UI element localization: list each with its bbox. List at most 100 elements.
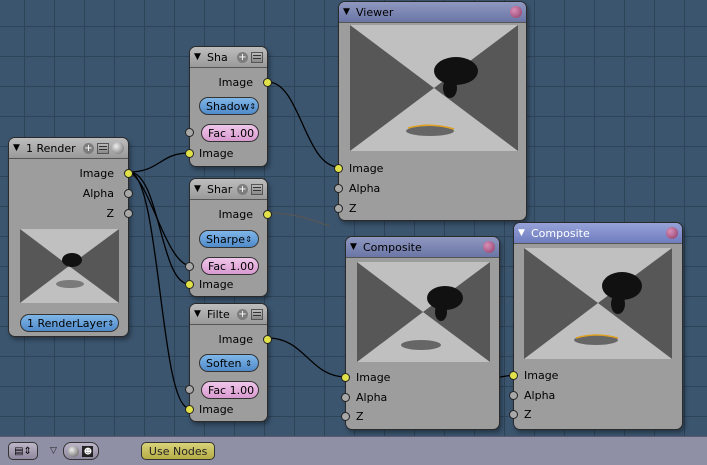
editor-type-button[interactable]: ▤⇕ [8, 442, 38, 460]
collapse-menu-icon[interactable]: ▽ [50, 446, 57, 456]
input-label-z: Z [524, 408, 532, 421]
fac-slider[interactable]: Fac 1.00 [201, 124, 259, 142]
sharpen-filter-node[interactable]: ▼ Shar + Image Sharpe ⇕ Fac 1.00 Image [185, 178, 272, 297]
collapse-triangle-icon[interactable]: ▼ [343, 7, 353, 17]
collapse-triangle-icon[interactable]: ▼ [194, 52, 204, 62]
updown-arrow-icon: ⇕ [107, 318, 115, 328]
input-label-image: Image [199, 278, 234, 291]
node-header[interactable]: ▼ Shar + [190, 179, 267, 200]
preview-ball-icon[interactable] [112, 142, 124, 154]
soften-filter-node[interactable]: ▼ Filte + Image Soften ⇕ Fac 1.00 Image [185, 303, 272, 422]
node-title: Sha [207, 50, 228, 64]
shadow-mix-node[interactable]: ▼ Sha + Image Shadow ⇕ Fac 1.00 Image [185, 46, 272, 167]
output-label-image: Image [218, 76, 253, 89]
input-socket-image[interactable] [185, 149, 194, 158]
input-label-image: Image [349, 162, 384, 175]
render-layers-node[interactable]: ▼ 1 Render + Image Alpha Z 1 RenderLayer… [8, 137, 133, 337]
tree-type-toggle[interactable]: ☻ [62, 442, 99, 460]
input-label-z: Z [349, 202, 357, 215]
composite-node-1[interactable]: ▼ Composite Image Alpha Z [341, 236, 500, 430]
node-title: 1 Render [26, 141, 76, 155]
node-title: Composite [363, 240, 422, 254]
fac-slider[interactable]: Fac 1.00 [201, 381, 259, 399]
input-socket-image[interactable] [334, 164, 343, 173]
list-icon[interactable] [251, 308, 263, 320]
use-nodes-button[interactable]: Use Nodes [140, 442, 216, 460]
node-header[interactable]: ▼ Viewer [339, 2, 526, 23]
filter-type-value: Sharpe [206, 232, 245, 246]
node-header[interactable]: ▼ Filte + [190, 304, 267, 325]
preview-ball-icon[interactable] [666, 227, 678, 239]
input-socket-z[interactable] [341, 412, 350, 421]
node-header[interactable]: ▼ Sha + [190, 47, 267, 68]
blend-mode-select[interactable]: Shadow ⇕ [199, 97, 259, 115]
node-title: Filte [207, 307, 230, 321]
viewer-node[interactable]: ▼ Viewer Image Alpha Z [334, 1, 527, 221]
node-header[interactable]: ▼ Composite [346, 237, 499, 258]
add-icon[interactable]: + [83, 142, 94, 154]
preview-ball-icon[interactable] [510, 6, 522, 18]
filter-type-select[interactable]: Sharpe ⇕ [199, 230, 259, 248]
input-socket-alpha[interactable] [341, 393, 350, 402]
node-header[interactable]: ▼ Composite [514, 223, 682, 244]
input-socket-z[interactable] [334, 204, 343, 213]
output-socket-image[interactable] [263, 335, 272, 344]
collapse-triangle-icon[interactable]: ▼ [518, 228, 528, 238]
input-socket-image[interactable] [509, 371, 518, 380]
list-icon[interactable] [97, 142, 109, 154]
input-socket-image[interactable] [185, 280, 194, 289]
output-socket-image[interactable] [263, 78, 272, 87]
list-icon[interactable] [251, 51, 263, 63]
node-title: Shar [207, 182, 233, 196]
link-render-sharpen [128, 171, 190, 285]
add-icon[interactable]: + [237, 183, 248, 195]
node-header[interactable]: ▼ 1 Render + [9, 138, 128, 159]
collapse-triangle-icon[interactable]: ▼ [194, 309, 204, 319]
list-icon[interactable] [251, 183, 263, 195]
fac-slider[interactable]: Fac 1.00 [201, 257, 259, 275]
input-label-image: Image [199, 403, 234, 416]
input-socket-fac[interactable] [185, 385, 194, 394]
collapse-triangle-icon[interactable]: ▼ [194, 184, 204, 194]
input-socket-image[interactable] [185, 405, 194, 414]
filter-type-select[interactable]: Soften ⇕ [199, 354, 259, 372]
input-socket-fac[interactable] [185, 262, 194, 271]
output-socket-image[interactable] [263, 210, 272, 219]
input-socket-fac[interactable] [185, 128, 194, 137]
material-ball-icon[interactable] [68, 445, 80, 457]
viewer-preview-image [350, 25, 518, 151]
updown-arrow-icon: ⇕ [249, 101, 257, 111]
fac-value: Fac 1.00 [208, 126, 255, 140]
add-icon[interactable]: + [237, 51, 248, 63]
output-socket-image[interactable] [124, 169, 133, 178]
collapse-triangle-icon[interactable]: ▼ [13, 143, 23, 153]
composite-icon[interactable]: ☻ [82, 445, 94, 457]
output-label-image: Image [218, 208, 253, 221]
collapse-triangle-icon[interactable]: ▼ [350, 242, 360, 252]
input-label-image: Image [524, 369, 559, 382]
link-render-shadow [128, 152, 190, 173]
output-socket-alpha[interactable] [124, 189, 133, 198]
output-label-image: Image [218, 333, 253, 346]
input-socket-alpha[interactable] [509, 391, 518, 400]
blend-mode-value: Shadow [206, 99, 250, 113]
composite-node-2[interactable]: ▼ Composite Image Alpha Z [509, 222, 683, 430]
input-socket-alpha[interactable] [334, 184, 343, 193]
output-socket-z[interactable] [124, 209, 133, 218]
node-editor-canvas[interactable]: ▼ 1 Render + Image Alpha Z 1 RenderLayer… [0, 0, 707, 436]
input-socket-z[interactable] [509, 410, 518, 419]
composite-preview-image [524, 248, 672, 359]
input-label-alpha: Alpha [356, 391, 388, 404]
link-sharpen-composite [267, 212, 331, 227]
add-icon[interactable]: + [237, 308, 248, 320]
preview-ball-icon[interactable] [483, 241, 495, 253]
fac-value: Fac 1.00 [208, 383, 255, 397]
composite-preview-image [357, 262, 490, 362]
use-nodes-label: Use Nodes [148, 444, 208, 458]
render-layer-select[interactable]: 1 RenderLayer ⇕ [20, 314, 119, 332]
link-filter-composite [267, 337, 347, 378]
input-socket-image[interactable] [341, 373, 350, 382]
input-label-z: Z [356, 410, 364, 423]
updown-arrow-icon: ⇕ [245, 234, 252, 244]
input-label-alpha: Alpha [524, 389, 556, 402]
